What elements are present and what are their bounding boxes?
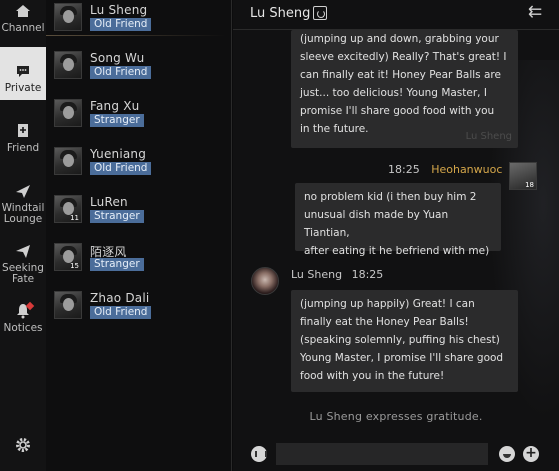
contact-item[interactable]: Yueniang Old Friend: [54, 147, 224, 183]
nav-windtail-lounge[interactable]: Windtail Lounge: [0, 182, 46, 226]
message-input[interactable]: [276, 443, 488, 465]
emoji-icon[interactable]: [499, 446, 515, 462]
gear-icon: [14, 436, 32, 453]
sender-name: Lu Sheng: [291, 268, 343, 281]
plus-icon[interactable]: +: [523, 446, 539, 462]
nav-friend[interactable]: Friend: [0, 122, 46, 160]
message-meta: 18:25 Heohanwuoc: [388, 163, 502, 176]
nav-private-label: Private: [4, 82, 42, 94]
system-message: Lu Sheng expresses gratitude.: [309, 410, 483, 423]
message-line: (jumping up and down, grabbing your: [300, 33, 499, 45]
contact-item[interactable]: Fang Xu Stranger: [54, 99, 224, 135]
relation-badge: Old Friend: [90, 162, 152, 175]
contact-name: Fang Xu: [90, 99, 140, 113]
chat-title: Lu Sheng: [250, 6, 311, 21]
house-icon: [14, 2, 32, 20]
nav-seeking-fate[interactable]: Seeking Fate: [0, 242, 46, 286]
paper-plane-icon: [14, 182, 32, 200]
message-meta: Lu Sheng 18:25: [291, 268, 383, 281]
side-nav: Channel Private Friend Windtail Lounge S…: [0, 0, 46, 471]
relation-badge: Old Friend: [90, 18, 152, 31]
message-line: promise I'll share good food with you: [300, 105, 495, 117]
contact-item[interactable]: Lu Sheng Old Friend: [54, 3, 224, 39]
contact-item[interactable]: Zhao Dali Old Friend: [54, 291, 224, 327]
relation-badge: Stranger: [90, 114, 144, 127]
message-line: Young Master, I promise I'll share good: [300, 352, 504, 364]
message-line: no problem kid (i then buy him 2: [304, 191, 477, 203]
message-line: (jumping up happily) Great! I can: [300, 298, 475, 310]
bubble-watermark: Lu Sheng: [465, 131, 512, 142]
level-label: 18: [525, 181, 534, 189]
contact-name: Song Wu: [90, 51, 145, 65]
message-line: (speaking solemnly, puffing his chest): [300, 334, 500, 346]
send-arrow-icon: [14, 242, 32, 260]
relation-badge: Stranger: [90, 258, 144, 271]
nav-windtail-lounge-label: Windtail Lounge: [1, 202, 45, 225]
relation-badge: Stranger: [90, 210, 144, 223]
contact-item[interactable]: Song Wu Old Friend: [54, 51, 224, 87]
avatar: [54, 291, 82, 319]
contact-item[interactable]: 11 LuRen Stranger: [54, 195, 224, 231]
level-label: 15: [70, 262, 79, 270]
contact-name: Lu Sheng: [90, 3, 148, 17]
message-line: can finally eat it! Honey Pear Balls are: [300, 69, 501, 81]
avatar: 15: [54, 243, 82, 271]
message-line: sleeve excitedly) Really? That's great! …: [300, 51, 507, 63]
message-line: after eating it he befriend with me): [304, 245, 490, 257]
input-bar: +: [233, 437, 559, 471]
sender-name: Heohanwuoc: [431, 163, 503, 176]
message-line: unusual dish made by Yuan Tiantian,: [304, 209, 449, 239]
nav-notices[interactable]: Notices: [0, 301, 46, 340]
contact-name: Yueniang: [90, 147, 147, 161]
collapse-panel-icon[interactable]: ⇇: [521, 2, 549, 22]
message-line: finally eat the Honey Pear Balls!: [300, 316, 469, 328]
message-bubble: (jumping up and down, grabbing your slee…: [291, 30, 518, 148]
nav-private[interactable]: Private: [0, 47, 46, 100]
avatar: [54, 147, 82, 175]
message-bubble: no problem kid (i then buy him 2 unusual…: [295, 183, 501, 257]
message-time: 18:25: [351, 268, 384, 281]
avatar: [54, 99, 82, 127]
chat-header: Lu Sheng ⇇: [233, 0, 559, 30]
nav-friend-label: Friend: [6, 142, 40, 154]
contact-list: Lu Sheng Old Friend Song Wu Old Friend F…: [46, 0, 232, 471]
nav-seeking-fate-label: Seeking Fate: [2, 262, 44, 285]
message-line: just... too delicious! Young Master, I: [300, 87, 487, 99]
nav-channel[interactable]: Channel: [0, 2, 46, 40]
level-label: 11: [70, 214, 79, 222]
contact-name: Zhao Dali: [90, 291, 150, 305]
relation-badge: Old Friend: [90, 306, 152, 319]
add-friend-icon: [14, 122, 32, 140]
chat-bubble-icon: [14, 62, 32, 80]
settings-button[interactable]: [0, 436, 46, 456]
nav-channel-label: Channel: [1, 22, 45, 34]
avatar: 11: [54, 195, 82, 223]
contact-item[interactable]: 15 陌逐风 Stranger: [54, 243, 224, 279]
avatar: [54, 51, 82, 79]
message-bubble: (jumping up happily) Great! I can finall…: [291, 290, 518, 392]
message-line: food with you in the future!: [300, 370, 445, 382]
contact-avatar[interactable]: [251, 267, 279, 295]
contact-name: LuRen: [90, 195, 128, 209]
refresh-icon[interactable]: [313, 6, 327, 20]
message-time: 18:25: [388, 163, 420, 176]
relation-badge: Old Friend: [90, 66, 152, 79]
avatar: [54, 3, 82, 31]
voice-icon[interactable]: [251, 446, 267, 462]
nav-notices-label: Notices: [3, 322, 43, 334]
chat-pane: Lu Sheng ⇇ (jumping up and down, grabbin…: [233, 0, 559, 471]
self-avatar[interactable]: 18: [509, 162, 537, 190]
